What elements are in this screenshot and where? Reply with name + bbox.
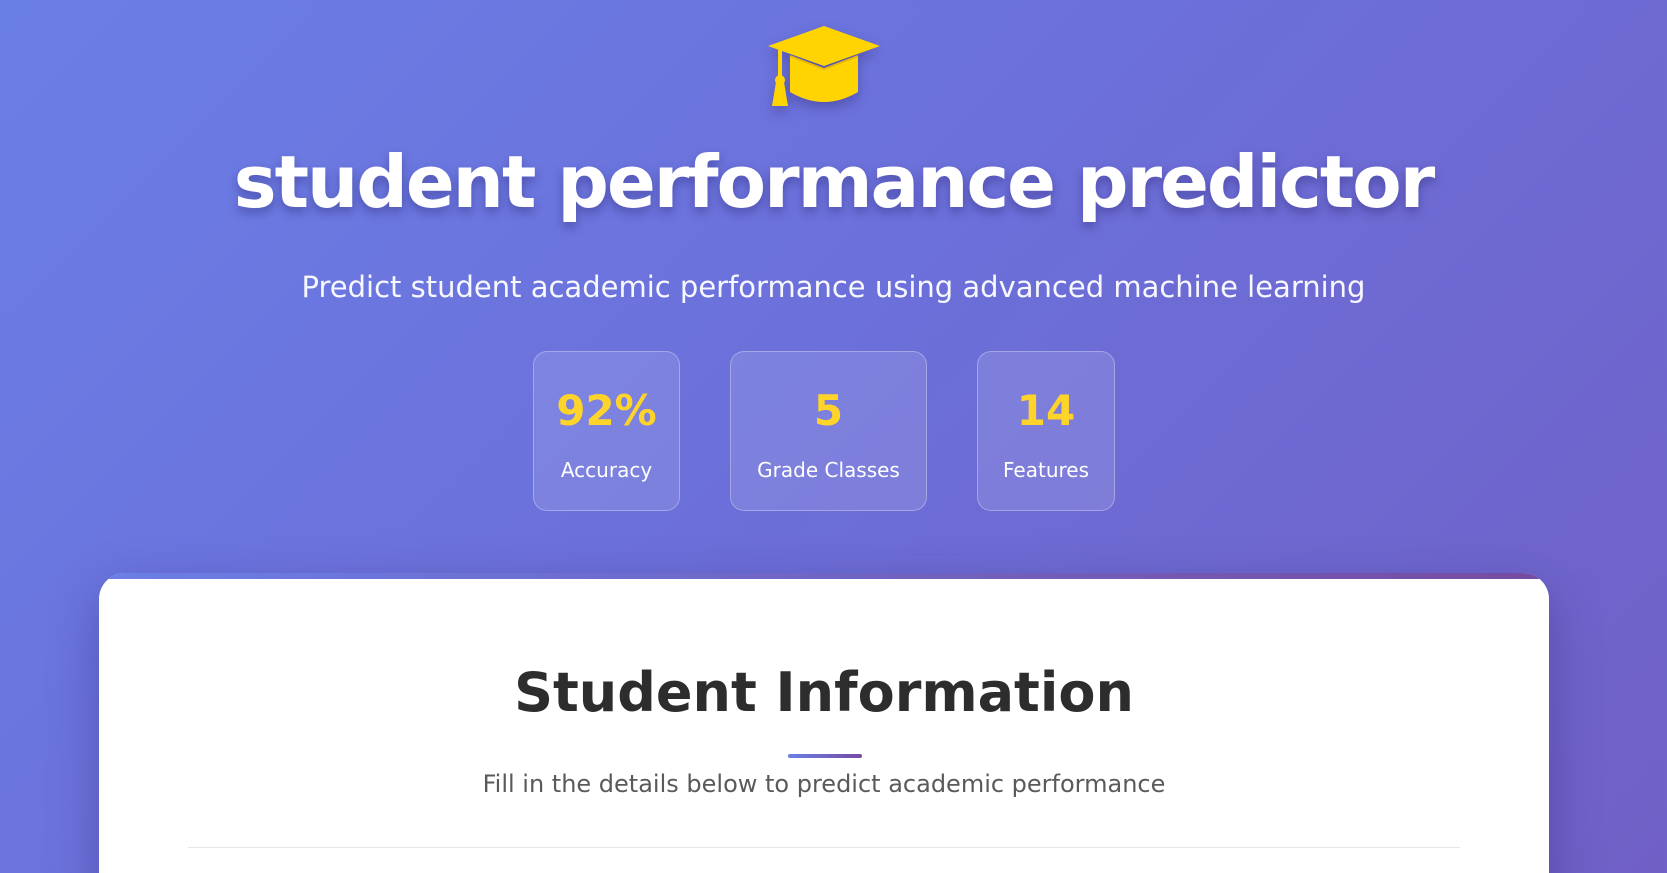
title-underline <box>788 754 862 758</box>
stat-value: 92% <box>556 386 657 435</box>
page-subtitle: Predict student academic performance usi… <box>301 270 1366 304</box>
stat-value: 14 <box>1016 386 1076 435</box>
hero-section: student performance predictor Predict st… <box>0 0 1667 560</box>
stat-card-accuracy: 92% Accuracy <box>533 351 680 511</box>
page-title: student performance predictor <box>233 140 1435 224</box>
stat-label: Features <box>1003 458 1089 482</box>
stat-label: Grade Classes <box>757 458 900 482</box>
stat-value: 5 <box>813 386 844 435</box>
graduation-cap-icon <box>768 26 880 106</box>
stat-card-features: 14 Features <box>977 351 1115 511</box>
student-information-card: Student Information Fill in the details … <box>99 573 1549 873</box>
stat-label: Accuracy <box>560 458 653 482</box>
card-subtitle: Fill in the details below to predict aca… <box>482 770 1166 798</box>
card-title: Student Information <box>514 661 1134 724</box>
stat-card-grade-classes: 5 Grade Classes <box>730 351 927 511</box>
section-divider <box>188 847 1460 848</box>
card-accent-bar <box>99 573 1549 579</box>
